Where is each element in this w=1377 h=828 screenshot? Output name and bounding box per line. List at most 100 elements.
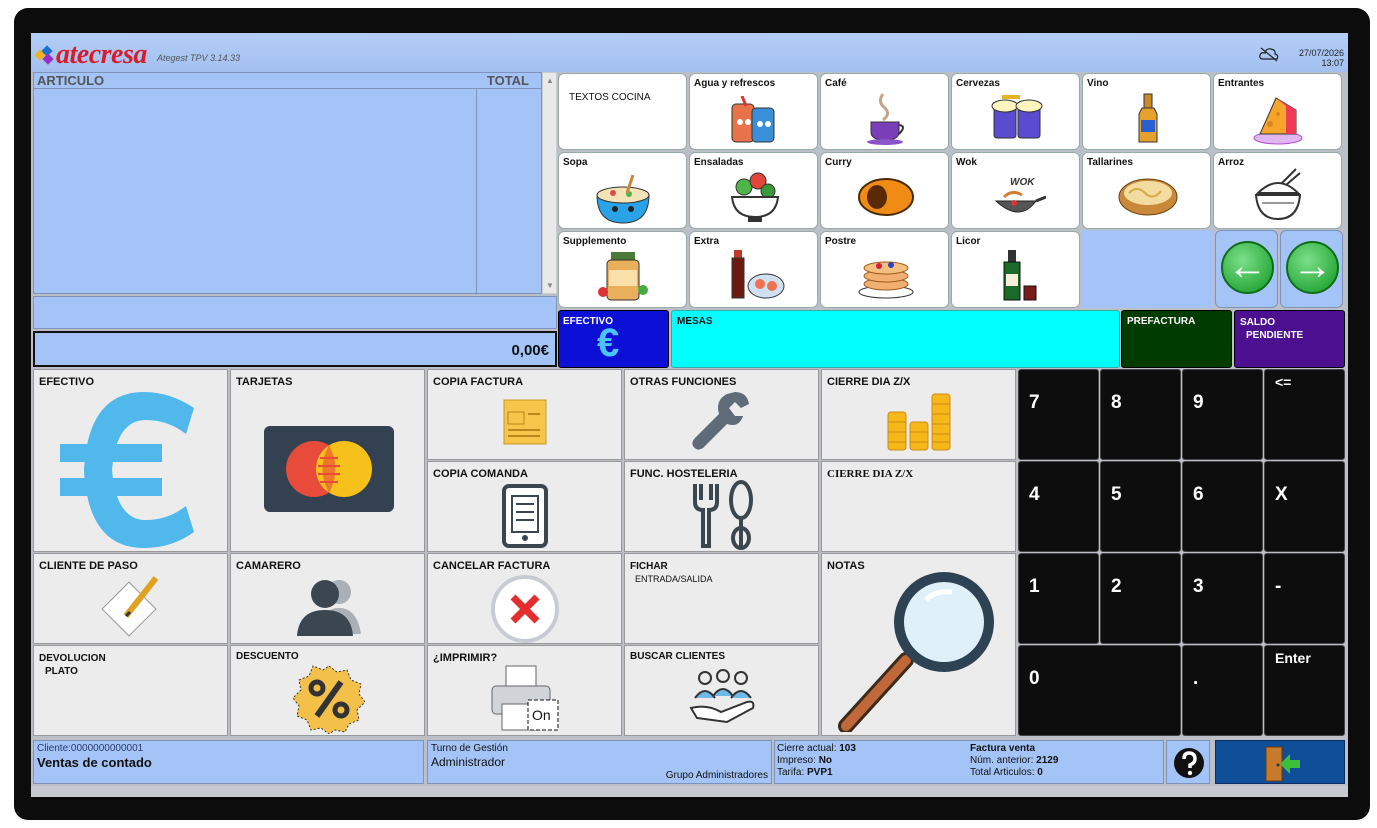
prefactura-button[interactable]: PREFACTURA (1121, 310, 1232, 368)
key-6-label: 6 (1193, 484, 1204, 505)
cierre-label: Cierre actual: (777, 743, 837, 754)
key-minus[interactable]: - (1264, 553, 1345, 644)
exit-button[interactable] (1215, 740, 1345, 784)
families-prev-button[interactable]: ← (1215, 230, 1278, 308)
family-vino[interactable]: Vino (1082, 73, 1211, 150)
devolucion-plato-button[interactable]: DEVOLUCION PLATO (33, 645, 228, 736)
key-9[interactable]: 9 (1182, 369, 1263, 460)
family-label: Sopa (563, 157, 588, 168)
bottom-strip (31, 786, 1348, 797)
key-1-label: 1 (1029, 576, 1040, 597)
family-label: Extra (694, 236, 720, 247)
mesas-label: MESAS (677, 316, 713, 327)
family-cafe[interactable]: Café (820, 73, 949, 150)
ticket-scrollbar[interactable]: ▲ ▼ (542, 72, 557, 294)
key-7[interactable]: 7 (1018, 369, 1099, 460)
buscar-clientes-button[interactable]: BUSCAR CLIENTES (624, 645, 819, 736)
copia-comanda-button[interactable]: COPIA COMANDA (427, 461, 622, 552)
key-3-label: 3 (1193, 576, 1204, 597)
scroll-up-icon[interactable]: ▲ (546, 76, 554, 85)
family-agua-refrescos[interactable]: Agua y refrescos (689, 73, 818, 150)
ticket-lines-list[interactable]: ARTICULO TOTAL (33, 72, 542, 295)
family-licor[interactable]: Licor (951, 231, 1080, 308)
soup-bowl-icon (596, 174, 650, 224)
family-label: Curry (825, 157, 852, 168)
cierre-dia-button-1[interactable]: CIERRE DIA Z/X (821, 369, 1016, 460)
key-8-label: 8 (1111, 392, 1122, 413)
euro-icon: € (597, 321, 620, 365)
noodles-icon (1118, 178, 1178, 216)
num-anterior-value: 2129 (1036, 755, 1059, 766)
fichar-button[interactable]: FICHAR ENTRADA/SALIDA (624, 553, 819, 644)
pancakes-icon (858, 261, 914, 299)
euro-large-icon (60, 392, 194, 548)
magnifier-icon (838, 572, 994, 732)
tarjetas-button[interactable]: TARJETAS (230, 369, 425, 552)
column-total: TOTAL (486, 73, 529, 88)
family-entrantes[interactable]: Entrantes (1213, 73, 1342, 150)
cierre-dia-button-2[interactable]: CIERRE DIA Z/X (821, 461, 1016, 552)
key-0[interactable]: 0 (1018, 645, 1181, 736)
imprimir-toggle-button[interactable]: ¿IMPRIMIR? On (427, 645, 622, 736)
family-arroz[interactable]: Arroz (1213, 152, 1342, 229)
families-next-button[interactable]: → (1280, 230, 1343, 308)
help-icon (1174, 748, 1204, 778)
family-postre[interactable]: Postre (820, 231, 949, 308)
func-hosteleria-button[interactable]: FUNC. HOSTELERIA (624, 461, 819, 552)
key-backspace[interactable]: <= (1264, 369, 1345, 460)
key-1[interactable]: 1 (1018, 553, 1099, 644)
cliente-de-paso-button[interactable]: CLIENTE DE PASO (33, 553, 228, 644)
descuento-button[interactable]: DESCUENTO (230, 645, 425, 736)
family-cervezas[interactable]: Cervezas (951, 73, 1080, 150)
family-supplemento[interactable]: Supplemento (558, 231, 687, 308)
saldo-pendiente-button[interactable]: SALDO PENDIENTE (1234, 310, 1345, 368)
family-ensaladas[interactable]: Ensaladas (689, 152, 818, 229)
client-panel[interactable]: Cliente:0000000000001 Ventas de contado (33, 740, 424, 784)
key-6[interactable]: 6 (1182, 461, 1263, 552)
key-9-label: 9 (1193, 392, 1204, 413)
key-2[interactable]: 2 (1100, 553, 1181, 644)
buscar-clientes-label: BUSCAR CLIENTES (630, 651, 726, 662)
family-wok[interactable]: Wok WOK (951, 152, 1080, 229)
efectivo-button[interactable]: EFECTIVO (33, 369, 228, 552)
key-enter[interactable]: Enter (1264, 645, 1345, 736)
beer-mugs-icon (991, 95, 1043, 139)
impreso-label: Impreso: (777, 755, 816, 766)
family-tallarines[interactable]: Tallarines (1082, 152, 1211, 229)
key-multiply[interactable]: X (1264, 461, 1345, 552)
key-3[interactable]: 3 (1182, 553, 1263, 644)
waiter-icon (297, 580, 361, 636)
scroll-down-icon[interactable]: ▼ (546, 281, 554, 290)
key-8[interactable]: 8 (1100, 369, 1181, 460)
cierre-dia-label: CIERRE DIA Z/X (827, 376, 911, 388)
cancel-x-icon (491, 575, 559, 643)
key-4[interactable]: 4 (1018, 461, 1099, 552)
cancelar-factura-label: CANCELAR FACTURA (433, 560, 551, 572)
clock-time: 13:07 (1321, 58, 1344, 68)
family-label: Vino (1087, 78, 1109, 89)
key-5[interactable]: 5 (1100, 461, 1181, 552)
family-sopa[interactable]: Sopa (558, 152, 687, 229)
saldo-label-1: SALDO (1240, 317, 1275, 328)
otras-funciones-button[interactable]: OTRAS FUNCIONES (624, 369, 819, 460)
turno-panel: Turno de Gestión Administrador Grupo Adm… (427, 740, 772, 784)
liquor-bottle-icon (1003, 250, 1037, 301)
family-textos-cocina[interactable]: TEXTOS COCINA (558, 73, 687, 150)
efectivo-quick-button[interactable]: EFECTIVO € (558, 310, 669, 368)
clock-date: 27/07/2026 (1298, 48, 1344, 58)
total-articulos-label: Total Articulos: (970, 767, 1035, 778)
notas-button[interactable]: NOTAS (821, 553, 1016, 736)
help-button[interactable] (1166, 740, 1210, 784)
family-label: Agua y refrescos (694, 78, 776, 89)
copia-factura-button[interactable]: COPIA FACTURA (427, 369, 622, 460)
camarero-button[interactable]: CAMARERO (230, 553, 425, 644)
family-curry[interactable]: Curry (820, 152, 949, 229)
key-decimal-label: . (1193, 668, 1199, 689)
cancelar-factura-button[interactable]: CANCELAR FACTURA (427, 553, 622, 644)
key-decimal[interactable]: . (1182, 645, 1263, 736)
invoice-info-panel: Cierre actual: 103 Impreso: No Tarifa: P… (774, 740, 1164, 784)
app-version: Ategest TPV 3.14.33 (157, 53, 241, 63)
family-extra[interactable]: Extra (689, 231, 818, 308)
mesas-button[interactable]: MESAS (671, 310, 1120, 368)
invoice-copy-icon (503, 399, 547, 445)
